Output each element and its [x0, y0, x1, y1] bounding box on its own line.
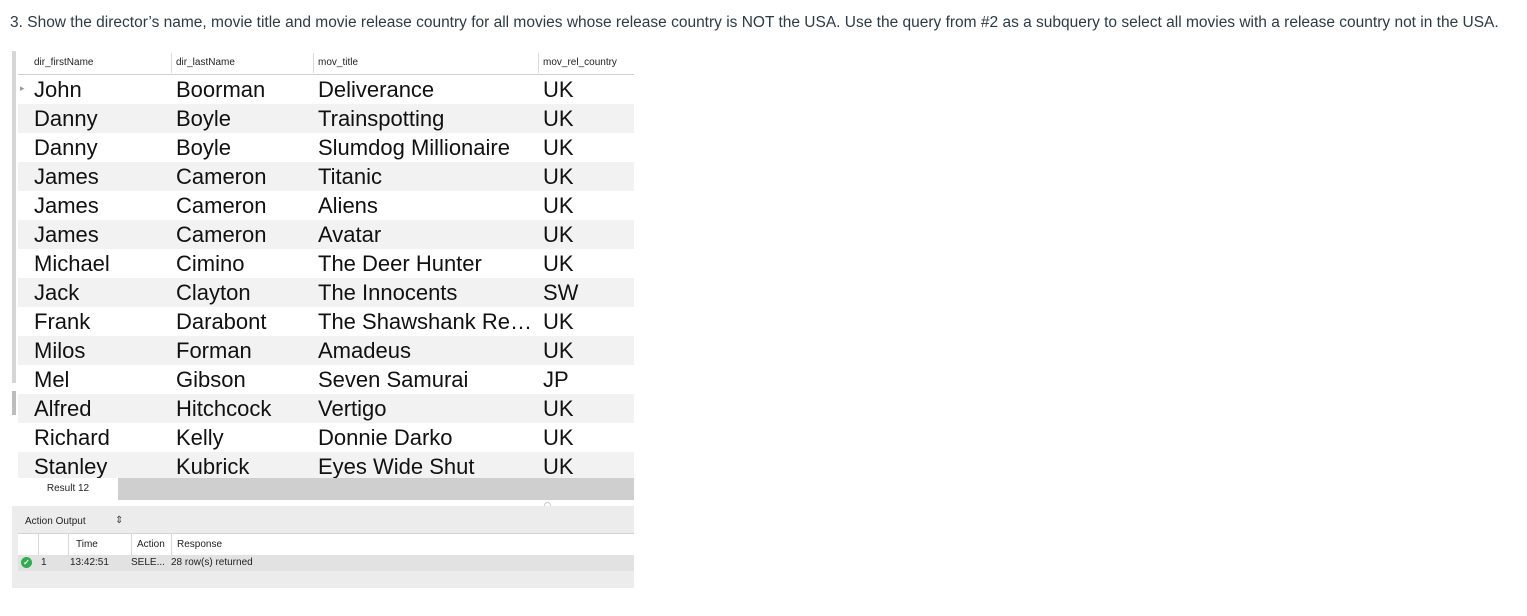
cell-mov-rel-country[interactable]: UK: [543, 454, 574, 480]
cell-mov-title[interactable]: Trainspotting: [318, 106, 444, 132]
action-row-number: 1: [41, 557, 47, 568]
cell-dir-firstname[interactable]: Michael: [34, 251, 110, 277]
cell-mov-rel-country[interactable]: UK: [543, 251, 574, 277]
left-gutter: [12, 51, 16, 383]
cell-mov-rel-country[interactable]: UK: [543, 135, 574, 161]
cell-dir-firstname[interactable]: Stanley: [34, 454, 107, 480]
cell-mov-title[interactable]: Titanic: [318, 164, 382, 190]
result-tab-bar: Result 12: [18, 478, 634, 500]
cell-dir-lastname[interactable]: Clayton: [176, 280, 251, 306]
cell-mov-title[interactable]: Deliverance: [318, 77, 434, 103]
table-row[interactable]: Milos Forman Amadeus UK: [18, 336, 634, 365]
table-row[interactable]: Danny Boyle Trainspotting UK: [18, 104, 634, 133]
cell-dir-lastname[interactable]: Kelly: [176, 425, 224, 451]
action-row-action: SELE...: [131, 557, 165, 568]
table-row[interactable]: James Cameron Titanic UK: [18, 162, 634, 191]
action-output-header: Time Action Response: [18, 533, 634, 556]
cell-dir-lastname[interactable]: Kubrick: [176, 454, 249, 480]
cell-dir-lastname[interactable]: Hitchcock: [176, 396, 271, 422]
cell-dir-lastname[interactable]: Cameron: [176, 164, 266, 190]
cell-mov-title[interactable]: Seven Samurai: [318, 367, 468, 393]
column-header-action[interactable]: Action: [137, 539, 165, 550]
check-circle-icon: ✓: [21, 557, 32, 568]
cell-dir-firstname[interactable]: John: [34, 77, 82, 103]
cell-dir-firstname[interactable]: Alfred: [34, 396, 91, 422]
table-row[interactable]: Mel Gibson Seven Samurai JP: [18, 365, 634, 394]
cell-dir-firstname[interactable]: Richard: [34, 425, 110, 451]
column-header-dir-firstname[interactable]: dir_firstName: [34, 57, 93, 68]
cell-mov-rel-country[interactable]: UK: [543, 222, 574, 248]
cell-dir-lastname[interactable]: Boorman: [176, 77, 265, 103]
cell-dir-firstname[interactable]: Jack: [34, 280, 79, 306]
cell-dir-lastname[interactable]: Cimino: [176, 251, 244, 277]
cell-dir-lastname[interactable]: Boyle: [176, 135, 231, 161]
cell-mov-rel-country[interactable]: UK: [543, 309, 574, 335]
cell-dir-firstname[interactable]: Frank: [34, 309, 90, 335]
cell-mov-rel-country[interactable]: UK: [543, 396, 574, 422]
table-row[interactable]: Alfred Hitchcock Vertigo UK: [18, 394, 634, 423]
updown-chevron-icon[interactable]: ⇕: [115, 515, 123, 526]
action-output-panel: Action Output ⇕ Time Action Response ✓ 1…: [12, 506, 634, 588]
cell-dir-lastname[interactable]: Forman: [176, 338, 252, 364]
cell-mov-title[interactable]: Donnie Darko: [318, 425, 453, 451]
cell-dir-lastname[interactable]: Boyle: [176, 106, 231, 132]
question-text: 3. Show the director’s name, movie title…: [10, 14, 1499, 31]
cell-mov-rel-country[interactable]: UK: [543, 164, 574, 190]
row-pointer-icon: ▸: [20, 83, 25, 93]
cell-dir-lastname[interactable]: Gibson: [176, 367, 246, 393]
result-grid-header: dir_firstName dir_lastName mov_title mov…: [18, 51, 634, 75]
cell-mov-rel-country[interactable]: JP: [543, 367, 569, 393]
action-row-time: 13:42:51: [70, 557, 109, 568]
cell-mov-title[interactable]: Slumdog Millionaire: [318, 135, 510, 161]
table-row[interactable]: James Cameron Avatar UK: [18, 220, 634, 249]
action-output-row[interactable]: ✓ 1 13:42:51 SELE... 28 row(s) returned: [18, 555, 634, 571]
cell-mov-rel-country[interactable]: UK: [543, 338, 574, 364]
result-grid[interactable]: dir_firstName dir_lastName mov_title mov…: [18, 51, 634, 481]
cell-dir-firstname[interactable]: James: [34, 193, 99, 219]
cell-dir-firstname[interactable]: Danny: [34, 106, 98, 132]
table-row[interactable]: ▸ John Boorman Deliverance UK: [18, 75, 634, 104]
cell-mov-title[interactable]: Avatar: [318, 222, 381, 248]
column-header-dir-lastname[interactable]: dir_lastName: [176, 57, 235, 68]
column-header-mov-title[interactable]: mov_title: [318, 57, 358, 68]
cell-dir-firstname[interactable]: Danny: [34, 135, 98, 161]
table-row[interactable]: Stanley Kubrick Eyes Wide Shut UK: [18, 452, 634, 481]
table-row[interactable]: Jack Clayton The Innocents SW: [18, 278, 634, 307]
table-row[interactable]: Michael Cimino The Deer Hunter UK: [18, 249, 634, 278]
cell-mov-title[interactable]: Eyes Wide Shut: [318, 454, 475, 480]
cell-dir-lastname[interactable]: Darabont: [176, 309, 267, 335]
table-row[interactable]: Richard Kelly Donnie Darko UK: [18, 423, 634, 452]
table-row[interactable]: Frank Darabont The Shawshank Re… UK: [18, 307, 634, 336]
action-output-title[interactable]: Action Output: [25, 516, 86, 527]
cell-mov-rel-country[interactable]: UK: [543, 106, 574, 132]
action-row-response: 28 row(s) returned: [171, 557, 253, 568]
cell-mov-title[interactable]: The Deer Hunter: [318, 251, 482, 277]
cell-mov-rel-country[interactable]: UK: [543, 77, 574, 103]
table-row[interactable]: Danny Boyle Slumdog Millionaire UK: [18, 133, 634, 162]
cell-dir-lastname[interactable]: Cameron: [176, 193, 266, 219]
cell-mov-rel-country[interactable]: UK: [543, 425, 574, 451]
left-gutter-marker: [12, 391, 16, 415]
cell-mov-title[interactable]: Amadeus: [318, 338, 411, 364]
cell-mov-title[interactable]: Aliens: [318, 193, 378, 219]
cell-mov-rel-country[interactable]: UK: [543, 193, 574, 219]
cell-dir-firstname[interactable]: James: [34, 222, 99, 248]
cell-dir-firstname[interactable]: James: [34, 164, 99, 190]
cell-mov-title[interactable]: Vertigo: [318, 396, 387, 422]
column-header-time[interactable]: Time: [76, 539, 98, 550]
column-header-mov-rel-country[interactable]: mov_rel_country: [543, 57, 617, 68]
cell-mov-rel-country[interactable]: SW: [543, 280, 578, 306]
cell-mov-title[interactable]: The Innocents: [318, 280, 457, 306]
mysql-workbench-result-panel: dir_firstName dir_lastName mov_title mov…: [12, 51, 634, 588]
cell-mov-title[interactable]: The Shawshank Re…: [318, 309, 532, 335]
cell-dir-firstname[interactable]: Mel: [34, 367, 69, 393]
column-header-response[interactable]: Response: [177, 539, 222, 550]
table-row[interactable]: James Cameron Aliens UK: [18, 191, 634, 220]
cell-dir-firstname[interactable]: Milos: [34, 338, 85, 364]
tab-result-12[interactable]: Result 12: [18, 478, 118, 500]
cell-dir-lastname[interactable]: Cameron: [176, 222, 266, 248]
